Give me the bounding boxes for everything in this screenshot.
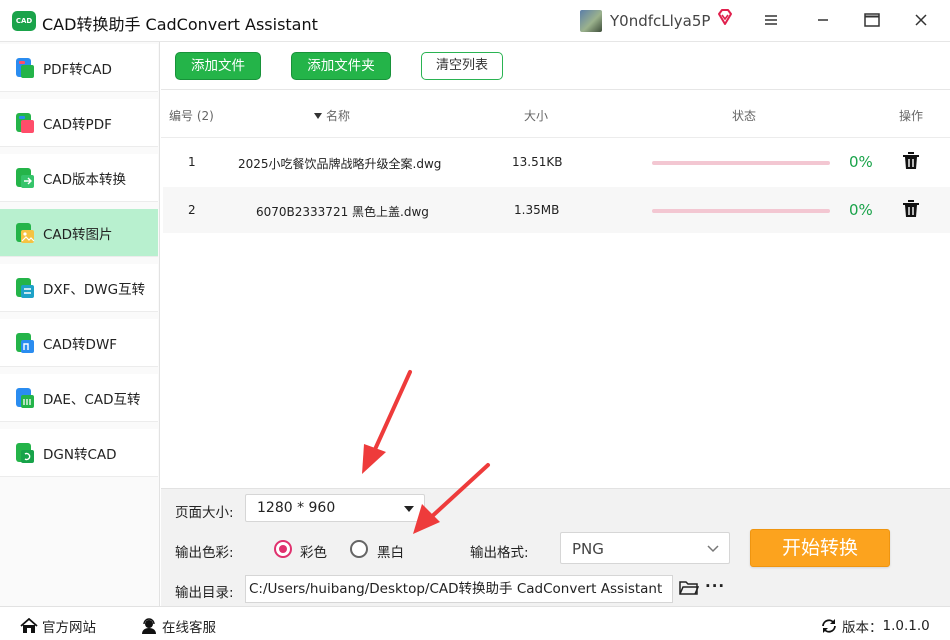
column-header-name[interactable]: 名称 <box>313 107 350 124</box>
sidebar-item-label: DAE、CAD互转 <box>43 391 141 408</box>
sort-down-icon <box>314 112 322 119</box>
vip-diamond-icon[interactable] <box>716 8 734 26</box>
output-format-label: 输出格式: <box>470 545 529 561</box>
sidebar-item-dxf-dwg[interactable]: DXF、DWG互转 <box>0 264 158 312</box>
sidebar-item-cad-to-dwf[interactable]: CAD转DWF <box>0 319 158 367</box>
user-avatar[interactable] <box>580 10 602 32</box>
start-convert-button[interactable]: 开始转换 <box>750 529 890 567</box>
close-icon <box>915 14 927 26</box>
version-label: 版本： <box>842 620 883 636</box>
output-color-label: 输出色彩: <box>175 545 234 561</box>
online-support-label: 在线客服 <box>162 620 216 636</box>
black-white-option-label[interactable]: 黑白 <box>377 541 404 561</box>
table-row[interactable]: 1 2025小吃餐饮品牌战略升级全案.dwg 13.51KB 0% <box>163 139 950 185</box>
row-file-name: 2025小吃餐饮品牌战略升级全案.dwg <box>238 157 442 171</box>
add-file-button[interactable]: 添加文件 <box>175 52 261 80</box>
official-website-link[interactable]: 官方网站 <box>20 616 96 636</box>
maximize-icon <box>864 13 880 27</box>
hamburger-menu-icon <box>765 15 777 25</box>
official-website-label: 官方网站 <box>42 620 96 636</box>
clear-list-button[interactable]: 清空列表 <box>421 52 503 80</box>
dxf-dwg-icon <box>16 277 34 298</box>
row-progress-percent: 0% <box>849 153 873 171</box>
column-header-action: 操作 <box>899 109 924 123</box>
cad-to-pdf-icon <box>16 112 34 133</box>
sidebar-item-label: CAD转图片 <box>43 226 113 243</box>
caret-down-icon <box>404 506 414 512</box>
minimize-icon <box>818 19 828 21</box>
column-header-index[interactable]: 编号 (2) <box>169 107 214 124</box>
home-icon <box>20 618 38 633</box>
sidebar-item-dae-cad[interactable]: DAE、CAD互转 <box>0 374 158 422</box>
output-format-value: PNG <box>572 540 604 558</box>
column-header-name-label: 名称 <box>326 109 351 123</box>
cad-to-dwf-icon <box>16 332 34 353</box>
dgn-to-cad-icon <box>16 442 34 463</box>
delete-trash-icon[interactable] <box>902 199 920 219</box>
more-options-button[interactable]: ··· <box>705 577 725 595</box>
sidebar-item-label: DGN转CAD <box>43 446 117 463</box>
app-title: CAD转换助手 CadConvert Assistant <box>42 15 318 34</box>
settings-panel: 页面大小: 1280 * 960 输出色彩: 彩色 黑白 输出格式: PNG 开… <box>161 488 950 606</box>
black-white-radio[interactable] <box>350 540 368 558</box>
row-index: 1 <box>188 155 196 169</box>
sidebar-item-dgn-to-cad[interactable]: DGN转CAD <box>0 429 158 477</box>
add-folder-button[interactable]: 添加文件夹 <box>291 52 391 80</box>
dae-cad-icon <box>16 387 34 408</box>
output-dir-label: 输出目录: <box>175 585 234 601</box>
online-support-link[interactable]: 在线客服 <box>140 616 216 636</box>
pdf-to-cad-icon <box>16 57 34 78</box>
row-file-size: 13.51KB <box>512 155 563 169</box>
toolbar: 添加文件 添加文件夹 清空列表 <box>161 42 950 90</box>
support-agent-icon <box>142 618 156 634</box>
color-radio[interactable] <box>274 540 292 558</box>
page-size-value: 1280 * 960 <box>257 500 336 516</box>
sidebar-item-label: DXF、DWG互转 <box>43 281 146 298</box>
folder-open-icon[interactable] <box>679 580 699 596</box>
page-size-label: 页面大小: <box>175 505 234 521</box>
status-bar: 官方网站 在线客服 版本： 1.0.1.0 <box>0 606 950 640</box>
sidebar: PDF转CAD CAD转PDF CAD版本转换 CAD转图片 DXF、DWG互转… <box>0 42 160 606</box>
app-window: CAD CAD转换助手 CadConvert Assistant Y0ndfcL… <box>0 0 950 640</box>
version-value: 1.0.1.0 <box>882 618 930 634</box>
title-bar: CAD CAD转换助手 CadConvert Assistant Y0ndfcL… <box>0 0 950 42</box>
cad-to-image-icon <box>16 222 35 243</box>
color-option-label[interactable]: 彩色 <box>300 541 327 561</box>
column-header-status: 状态 <box>732 109 757 123</box>
username[interactable]: Y0ndfcLlya5P <box>610 12 710 30</box>
sidebar-item-label: CAD转DWF <box>43 336 118 353</box>
minimize-button[interactable] <box>810 9 836 33</box>
sidebar-item-cad-to-pdf[interactable]: CAD转PDF <box>0 99 158 147</box>
row-progress-percent: 0% <box>849 201 873 219</box>
cad-version-icon <box>16 167 34 188</box>
row-file-size: 1.35MB <box>514 203 560 217</box>
row-progress-bar <box>652 161 830 165</box>
row-index: 2 <box>188 203 196 217</box>
annotation-arrow-page-size <box>362 370 412 474</box>
sidebar-item-label: CAD版本转换 <box>43 171 127 188</box>
app-logo-icon: CAD <box>12 11 36 31</box>
version-info[interactable]: 版本： 1.0.1.0 <box>820 616 930 636</box>
sidebar-item-label: PDF转CAD <box>43 61 112 78</box>
maximize-button[interactable] <box>859 9 885 33</box>
chevron-down-icon <box>707 545 719 553</box>
row-progress-bar <box>652 209 830 213</box>
output-format-select[interactable]: PNG <box>560 532 730 564</box>
sidebar-item-cad-version[interactable]: CAD版本转换 <box>0 154 158 202</box>
sidebar-item-pdf-to-cad[interactable]: PDF转CAD <box>0 44 158 92</box>
page-size-select[interactable]: 1280 * 960 <box>245 494 425 522</box>
row-file-name: 6070B2333721 黑色上盖.dwg <box>256 205 429 219</box>
sidebar-item-label: CAD转PDF <box>43 116 112 133</box>
menu-button[interactable] <box>758 9 784 33</box>
refresh-icon <box>822 619 836 633</box>
column-header-size[interactable]: 大小 <box>524 107 548 124</box>
delete-trash-icon[interactable] <box>902 151 920 171</box>
close-button[interactable] <box>908 9 934 33</box>
sidebar-item-cad-to-image[interactable]: CAD转图片 <box>0 209 158 257</box>
output-dir-field[interactable]: C:/Users/huibang/Desktop/CAD转换助手 CadConv… <box>245 575 673 603</box>
table-row[interactable]: 2 6070B2333721 黑色上盖.dwg 1.35MB 0% <box>163 187 950 233</box>
file-table-header: 编号 (2) 名称 大小 状态 操作 <box>161 92 950 138</box>
